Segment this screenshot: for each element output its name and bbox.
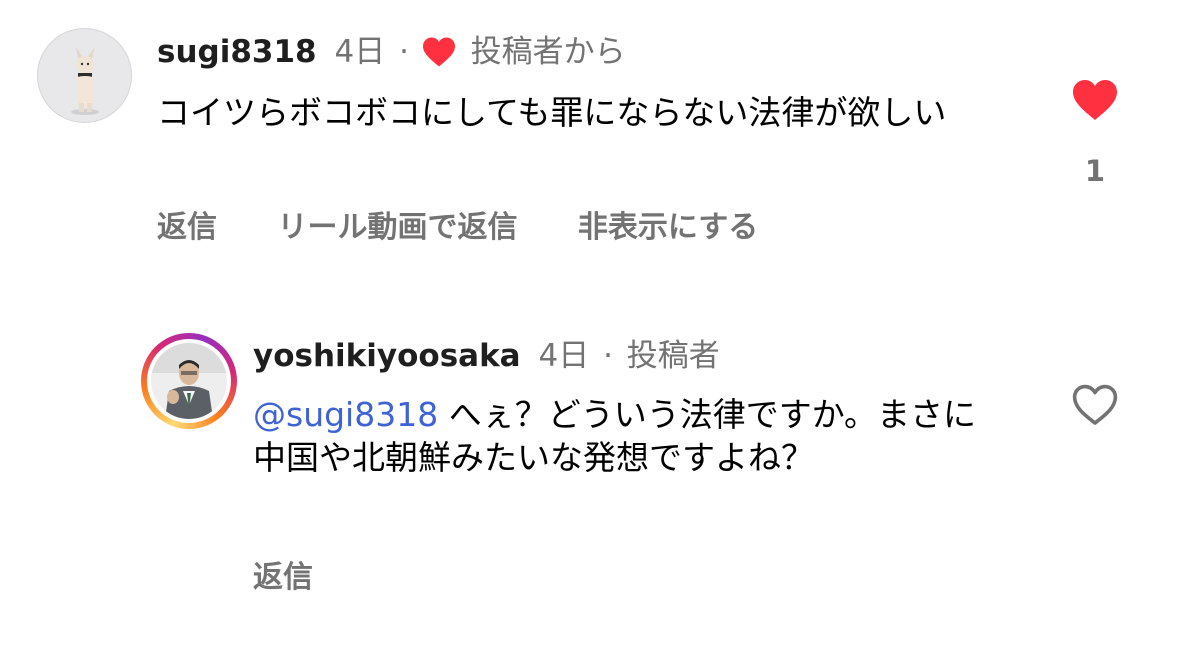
avatar-sugi8318[interactable]: [37, 28, 132, 123]
username[interactable]: sugi8318: [157, 34, 317, 70]
like-button[interactable]: [1071, 383, 1119, 431]
profile-photo-image: [151, 343, 227, 419]
comment-header: yoshikiyoosaka 4日 · 投稿者: [253, 336, 720, 376]
comment-text: コイツらボコボコにしても罪にならない法律が欲しい: [157, 93, 947, 132]
heart-filled-icon: [1073, 80, 1117, 120]
separator: ·: [603, 338, 613, 374]
like-button[interactable]: [1071, 78, 1119, 126]
author-badge: 投稿者から: [470, 34, 626, 70]
timestamp: 4日: [334, 34, 386, 70]
mention-link[interactable]: @sugi8318: [253, 395, 438, 434]
dog-figurine-image: [38, 29, 131, 122]
reel-reply-button[interactable]: リール動画で返信: [277, 210, 517, 245]
comment-text: @sugi8318 へぇ？どういう法律ですか。まさに中国や北朝鮮みたいな発想です…: [253, 393, 993, 479]
like-count: 1: [1084, 154, 1106, 188]
heart-filled-icon: [421, 36, 457, 78]
reply-button[interactable]: 返信: [157, 210, 217, 245]
timestamp: 4日: [538, 338, 590, 374]
username[interactable]: yoshikiyoosaka: [253, 338, 521, 374]
comment-actions: 返信: [253, 558, 313, 598]
avatar-yoshikiyoosaka[interactable]: [141, 333, 237, 429]
heart-outline-icon: [1072, 384, 1118, 425]
comment-actions: 返信 リール動画で返信 非表示にする: [157, 208, 758, 248]
comment-header: sugi8318 4日 · 投稿者から: [157, 32, 626, 78]
author-badge: 投稿者: [626, 338, 720, 374]
hide-button[interactable]: 非表示にする: [578, 210, 758, 245]
separator: ·: [399, 34, 409, 70]
reply-button[interactable]: 返信: [253, 560, 313, 595]
